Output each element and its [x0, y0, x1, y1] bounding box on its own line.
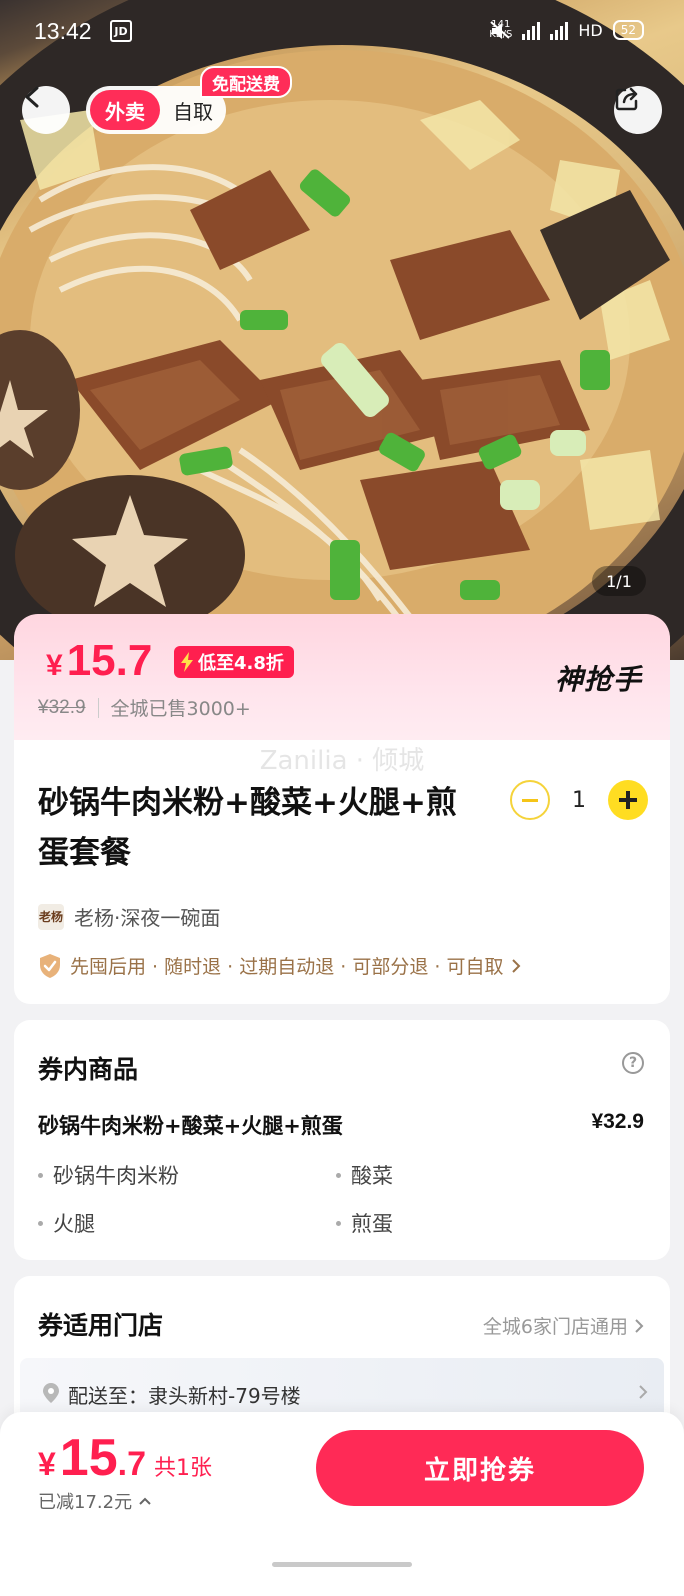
- buy-coupon-button[interactable]: 立即抢券: [316, 1430, 644, 1506]
- price-meta-row: ¥32.9 全城已售3000+: [38, 694, 251, 721]
- bullet-icon: [336, 1172, 341, 1178]
- share-button[interactable]: [614, 86, 662, 134]
- product-info-card: Zanilia · 倾城 砂锅牛肉米粉+酸菜+火腿+煎蛋套餐 1 老杨 老杨·深…: [14, 740, 670, 1004]
- location-pin-icon: [43, 1383, 59, 1403]
- share-icon: [615, 87, 638, 111]
- shop-name: 老杨·深夜一碗面: [74, 906, 221, 930]
- all-stores-link[interactable]: 全城6家门店通用: [483, 1312, 644, 1339]
- minus-icon: [522, 798, 538, 802]
- product-title: 砂锅牛肉米粉+酸菜+火腿+煎蛋套餐: [38, 785, 457, 871]
- bottom-action-bar: ¥ 15 .7 共1张 已减17.2元 立即抢券: [0, 1412, 684, 1596]
- decrease-button[interactable]: [510, 780, 550, 820]
- shield-icon: [40, 953, 60, 978]
- quantity-stepper: 1: [510, 780, 648, 820]
- status-time: 13:42: [34, 18, 92, 44]
- bullet-icon: [336, 1220, 341, 1226]
- list-item-label: 煎蛋: [351, 1212, 393, 1236]
- chevron-right-icon: [639, 1385, 648, 1399]
- delivery-address: 配送至：隶头新村-79号楼: [68, 1384, 301, 1408]
- guarantee-text: 先囤后用 · 随时退 · 过期自动退 · 可部分退 · 可自取: [70, 956, 504, 978]
- original-price: ¥32.9: [38, 696, 86, 718]
- shop-row[interactable]: 老杨 老杨·深夜一碗面: [38, 902, 220, 931]
- back-button[interactable]: [22, 86, 70, 134]
- mute-icon: [490, 21, 510, 39]
- saved-text: 已减17.2元: [38, 1492, 133, 1513]
- saved-amount[interactable]: 已减17.2元: [38, 1488, 152, 1514]
- quantity-value: 1: [572, 787, 586, 813]
- list-item-label: 酸菜: [351, 1164, 393, 1188]
- coupon-items-card: 券内商品 ? 砂锅牛肉米粉+酸菜+火腿+煎蛋 ¥32.9 砂锅牛肉米粉 酸菜 火…: [14, 1020, 670, 1260]
- section-title: 券内商品: [38, 1055, 139, 1084]
- bullet-icon: [38, 1220, 43, 1226]
- brand-logo: 神抢手: [554, 663, 642, 696]
- app-badge-icon: JD: [110, 20, 132, 42]
- discount-badge: 低至4.8折: [174, 646, 294, 678]
- chevron-right-icon: [635, 1318, 644, 1333]
- coupon-count: 共1张: [154, 1456, 212, 1481]
- help-icon[interactable]: ?: [622, 1052, 644, 1074]
- list-item-label: 火腿: [53, 1212, 95, 1236]
- chevron-right-icon: [512, 958, 521, 973]
- chevron-up-icon: [139, 1497, 151, 1505]
- list-item: 酸菜: [336, 1160, 393, 1190]
- network-type: HD: [578, 20, 603, 40]
- image-counter: 1/1: [592, 566, 646, 596]
- battery-icon: 52: [612, 20, 644, 40]
- all-stores-label: 全城6家门店通用: [482, 1316, 628, 1338]
- total-currency: ¥: [38, 1446, 56, 1482]
- sold-count: 全城已售3000+: [110, 698, 251, 720]
- watermark: Zanilia · 倾城: [259, 746, 425, 776]
- status-bar: 13:42 JD 141 KB/S HD 52: [0, 0, 684, 64]
- price-value: 15.7: [66, 636, 153, 685]
- total-price: ¥ 15 .7 共1张: [38, 1428, 212, 1488]
- total-price-dec: .7: [117, 1445, 146, 1483]
- product-hero-image[interactable]: 13:42 JD 141 KB/S HD 52 外卖 自取 免配送费: [0, 0, 684, 660]
- shop-logo: 老杨: [38, 903, 64, 930]
- home-indicator[interactable]: [272, 1562, 412, 1567]
- combo-name: 砂锅牛肉米粉+酸菜+火腿+煎蛋: [38, 1114, 343, 1138]
- list-item-label: 砂锅牛肉米粉: [53, 1164, 179, 1188]
- list-item: 火腿: [38, 1208, 95, 1238]
- current-price: ¥ 15.7: [46, 636, 152, 686]
- total-price-int: 15: [59, 1429, 118, 1487]
- discount-text: 低至4.8折: [198, 653, 284, 674]
- signal-icon-1: [522, 20, 541, 40]
- list-item: 煎蛋: [336, 1208, 393, 1238]
- divider: [97, 697, 99, 718]
- free-delivery-tag: 免配送费: [200, 66, 292, 98]
- price-currency: ¥: [46, 649, 63, 682]
- combo-price: ¥32.9: [591, 1110, 644, 1133]
- increase-button[interactable]: [608, 780, 648, 820]
- list-item: 砂锅牛肉米粉: [38, 1160, 179, 1190]
- tab-waimai[interactable]: 外卖: [90, 90, 160, 130]
- bullet-icon: [38, 1172, 43, 1178]
- signal-icon-2: [550, 20, 569, 40]
- guarantee-row[interactable]: 先囤后用 · 随时退 · 过期自动退 · 可部分退 · 可自取: [38, 952, 521, 979]
- section-title: 券适用门店: [38, 1311, 164, 1340]
- back-icon: [25, 86, 39, 108]
- bolt-icon: [181, 652, 193, 672]
